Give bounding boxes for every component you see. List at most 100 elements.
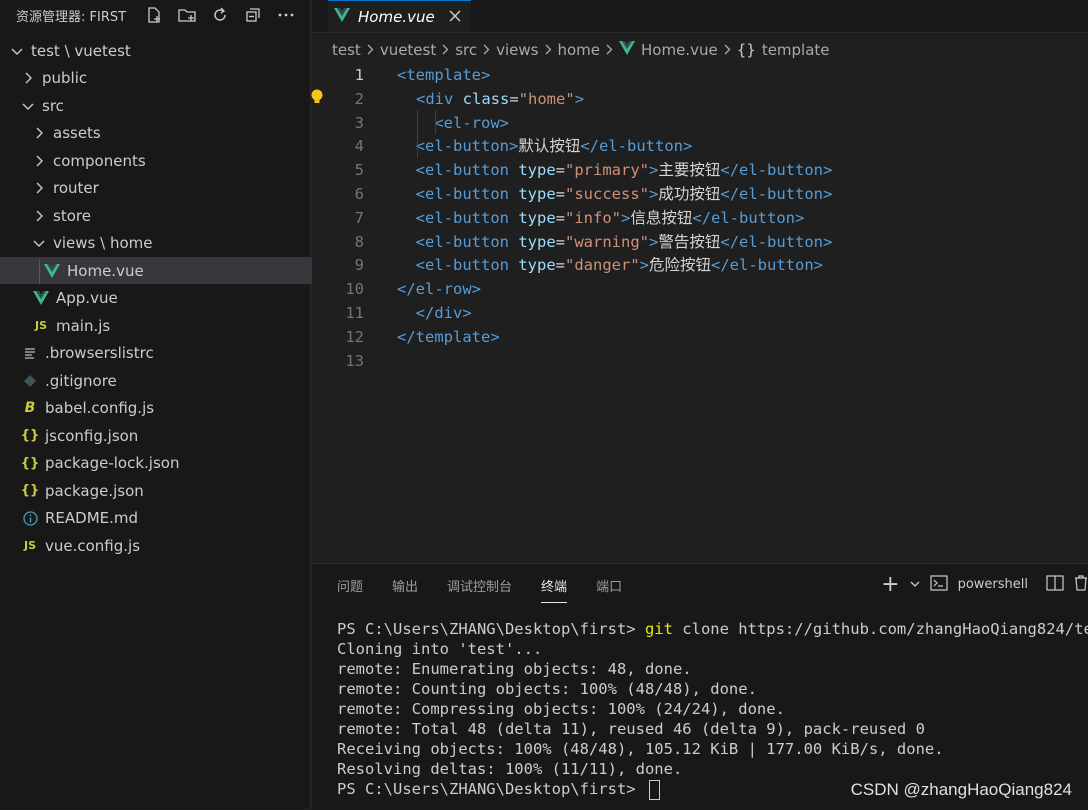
chevron-down-icon — [21, 102, 35, 110]
code-line: 12 </template> — [312, 325, 1088, 349]
tree-item-label: App.vue — [56, 289, 118, 307]
code-line: 10 </el-row> — [312, 277, 1088, 301]
code-line: 2 <div class="home"> — [311, 87, 1088, 111]
git-icon — [21, 374, 39, 387]
vue-icon — [619, 41, 636, 59]
tree-item-label: components — [53, 151, 146, 170]
breadcrumb-item[interactable]: home — [558, 41, 601, 59]
tree-item[interactable]: .browserslistrc — [0, 340, 332, 367]
line-number: 4 — [354, 137, 364, 156]
chevron-down-icon[interactable] — [910, 577, 920, 592]
panel-tab[interactable]: 输出 — [392, 576, 418, 603]
tree-item[interactable]: .gitignore — [0, 367, 332, 394]
bottom-panel: 问题 输出 调试控制台 终端 端口 + powershell PS C:\Users\Z… — [312, 563, 1088, 810]
line-number: 5 — [354, 161, 364, 180]
breadcrumb-item[interactable]: src — [455, 41, 477, 59]
tree-item[interactable]: JS main.js — [0, 312, 343, 339]
panel-tab[interactable]: 问题 — [337, 576, 363, 603]
tree-item[interactable]: public — [0, 65, 332, 92]
tab-label: Home.vue — [358, 7, 435, 26]
tree-item-label: babel.config.js — [45, 399, 155, 417]
new-folder-icon[interactable] — [175, 3, 199, 27]
tree-item-label: router — [53, 179, 99, 197]
tree-item[interactable]: store — [0, 202, 343, 229]
chevron-down-icon — [10, 47, 24, 55]
settings-file-icon — [21, 347, 39, 359]
code-text: </div> — [415, 304, 472, 322]
tab-home-vue[interactable]: Home.vue — [328, 0, 471, 32]
more-icon[interactable] — [274, 3, 298, 27]
terminal-line: remote: Compressing objects: 100% (24/24… — [337, 700, 785, 718]
tree-item-label: store — [53, 206, 91, 225]
tree-item-label: assets — [53, 124, 101, 142]
trash-icon[interactable] — [1074, 574, 1088, 595]
chevron-right-icon — [32, 182, 46, 194]
tree-item[interactable]: JS vue.config.js — [0, 532, 332, 559]
breadcrumb-item[interactable]: template — [762, 41, 830, 59]
tree-item-label: main.js — [56, 316, 111, 335]
tree-item-label: views \ home — [53, 234, 153, 252]
add-terminal-icon[interactable]: + — [881, 572, 899, 597]
chevron-right-icon — [545, 41, 552, 59]
code-line: 9 <el-button type="danger">危险按钮</el-butt… — [312, 253, 1088, 277]
tree-item[interactable]: {} package.json — [0, 477, 332, 504]
refresh-icon[interactable] — [208, 3, 232, 27]
tree-item[interactable]: router — [0, 175, 343, 202]
json-icon: {} — [20, 483, 40, 498]
panel-tab[interactable]: 终端 — [541, 576, 568, 603]
line-number: 10 — [345, 280, 364, 299]
js-icon: JS — [23, 539, 36, 552]
code-text: <el-button type="warning">警告按钮</el-butto… — [415, 232, 833, 251]
tree-item[interactable]: test \ vuetest — [0, 37, 321, 64]
code-text: <el-row> — [434, 113, 509, 132]
collapse-all-icon[interactable] — [241, 3, 265, 27]
tree-item[interactable]: Bbabel.config.js — [0, 395, 332, 422]
tree-item[interactable]: App.vue — [0, 285, 343, 312]
vue-icon — [43, 263, 61, 278]
breadcrumb-item[interactable]: vuetest — [380, 41, 436, 59]
code-text: <el-button type="info">信息按钮</el-button> — [415, 208, 805, 227]
line-number: 3 — [354, 113, 364, 132]
code-line: 11 </div> — [312, 301, 1088, 325]
tree-item[interactable]: README.md — [0, 505, 332, 532]
new-file-icon[interactable] — [142, 3, 166, 27]
explorer-sidebar: 资源管理器: FIRST test \ vuetest public src asse… — [0, 0, 354, 809]
tree-item-label: .gitignore — [45, 371, 117, 390]
chevron-right-icon — [606, 41, 613, 59]
code-text: <div class="home"> — [416, 89, 585, 108]
code-line: 13 — [312, 349, 1088, 373]
panel-tab[interactable]: 调试控制台 — [447, 576, 512, 603]
terminal-output[interactable]: PS C:\Users\ZHANG\Desktop\first> git clo… — [337, 619, 1088, 800]
line-number: 7 — [354, 208, 364, 227]
breadcrumb-item[interactable]: test — [332, 41, 361, 59]
code-line: 7 <el-button type="info">信息按钮</el-button… — [312, 206, 1088, 230]
editor-area: Home.vue test vuetest src views home Home.vue… — [311, 0, 1088, 563]
tree-item[interactable]: Home.vue — [0, 257, 354, 284]
tree-item-label: jsconfig.json — [45, 426, 139, 445]
tree-item[interactable]: views \ home — [0, 230, 343, 257]
tree-item[interactable]: {} jsconfig.json — [0, 422, 332, 449]
terminal-cursor — [648, 779, 660, 800]
tree-item[interactable]: components — [0, 147, 343, 174]
chevron-right-icon — [32, 155, 46, 167]
tree-item-label: public — [42, 69, 88, 87]
close-icon[interactable] — [449, 8, 461, 26]
shell-label[interactable]: powershell — [958, 577, 1028, 592]
code-line: 1 <template> — [312, 63, 1088, 87]
indent-guide — [417, 110, 418, 158]
panel-tab[interactable]: 端口 — [596, 576, 622, 603]
explorer-title: 资源管理器: FIRST — [16, 9, 127, 25]
tree-item-label: vue.config.js — [45, 536, 141, 555]
tree-item[interactable]: {} package-lock.json — [0, 450, 332, 477]
tree-item-label: test \ vuetest — [31, 41, 131, 60]
split-terminal-icon[interactable] — [1046, 574, 1064, 595]
code-text: <el-button type="primary">主要按钮</el-butto… — [415, 161, 833, 180]
tree-item-label: src — [42, 96, 64, 115]
tree-item[interactable]: assets — [0, 120, 343, 147]
code-line: 4 <el-button>默认按钮</el-button> — [312, 134, 1088, 158]
breadcrumb-item[interactable]: Home.vue — [641, 41, 718, 59]
code-text: </el-row> — [397, 280, 481, 299]
breadcrumb-item[interactable]: views — [496, 41, 538, 59]
code-text: <template> — [397, 66, 491, 84]
tree-item[interactable]: src — [0, 92, 332, 119]
